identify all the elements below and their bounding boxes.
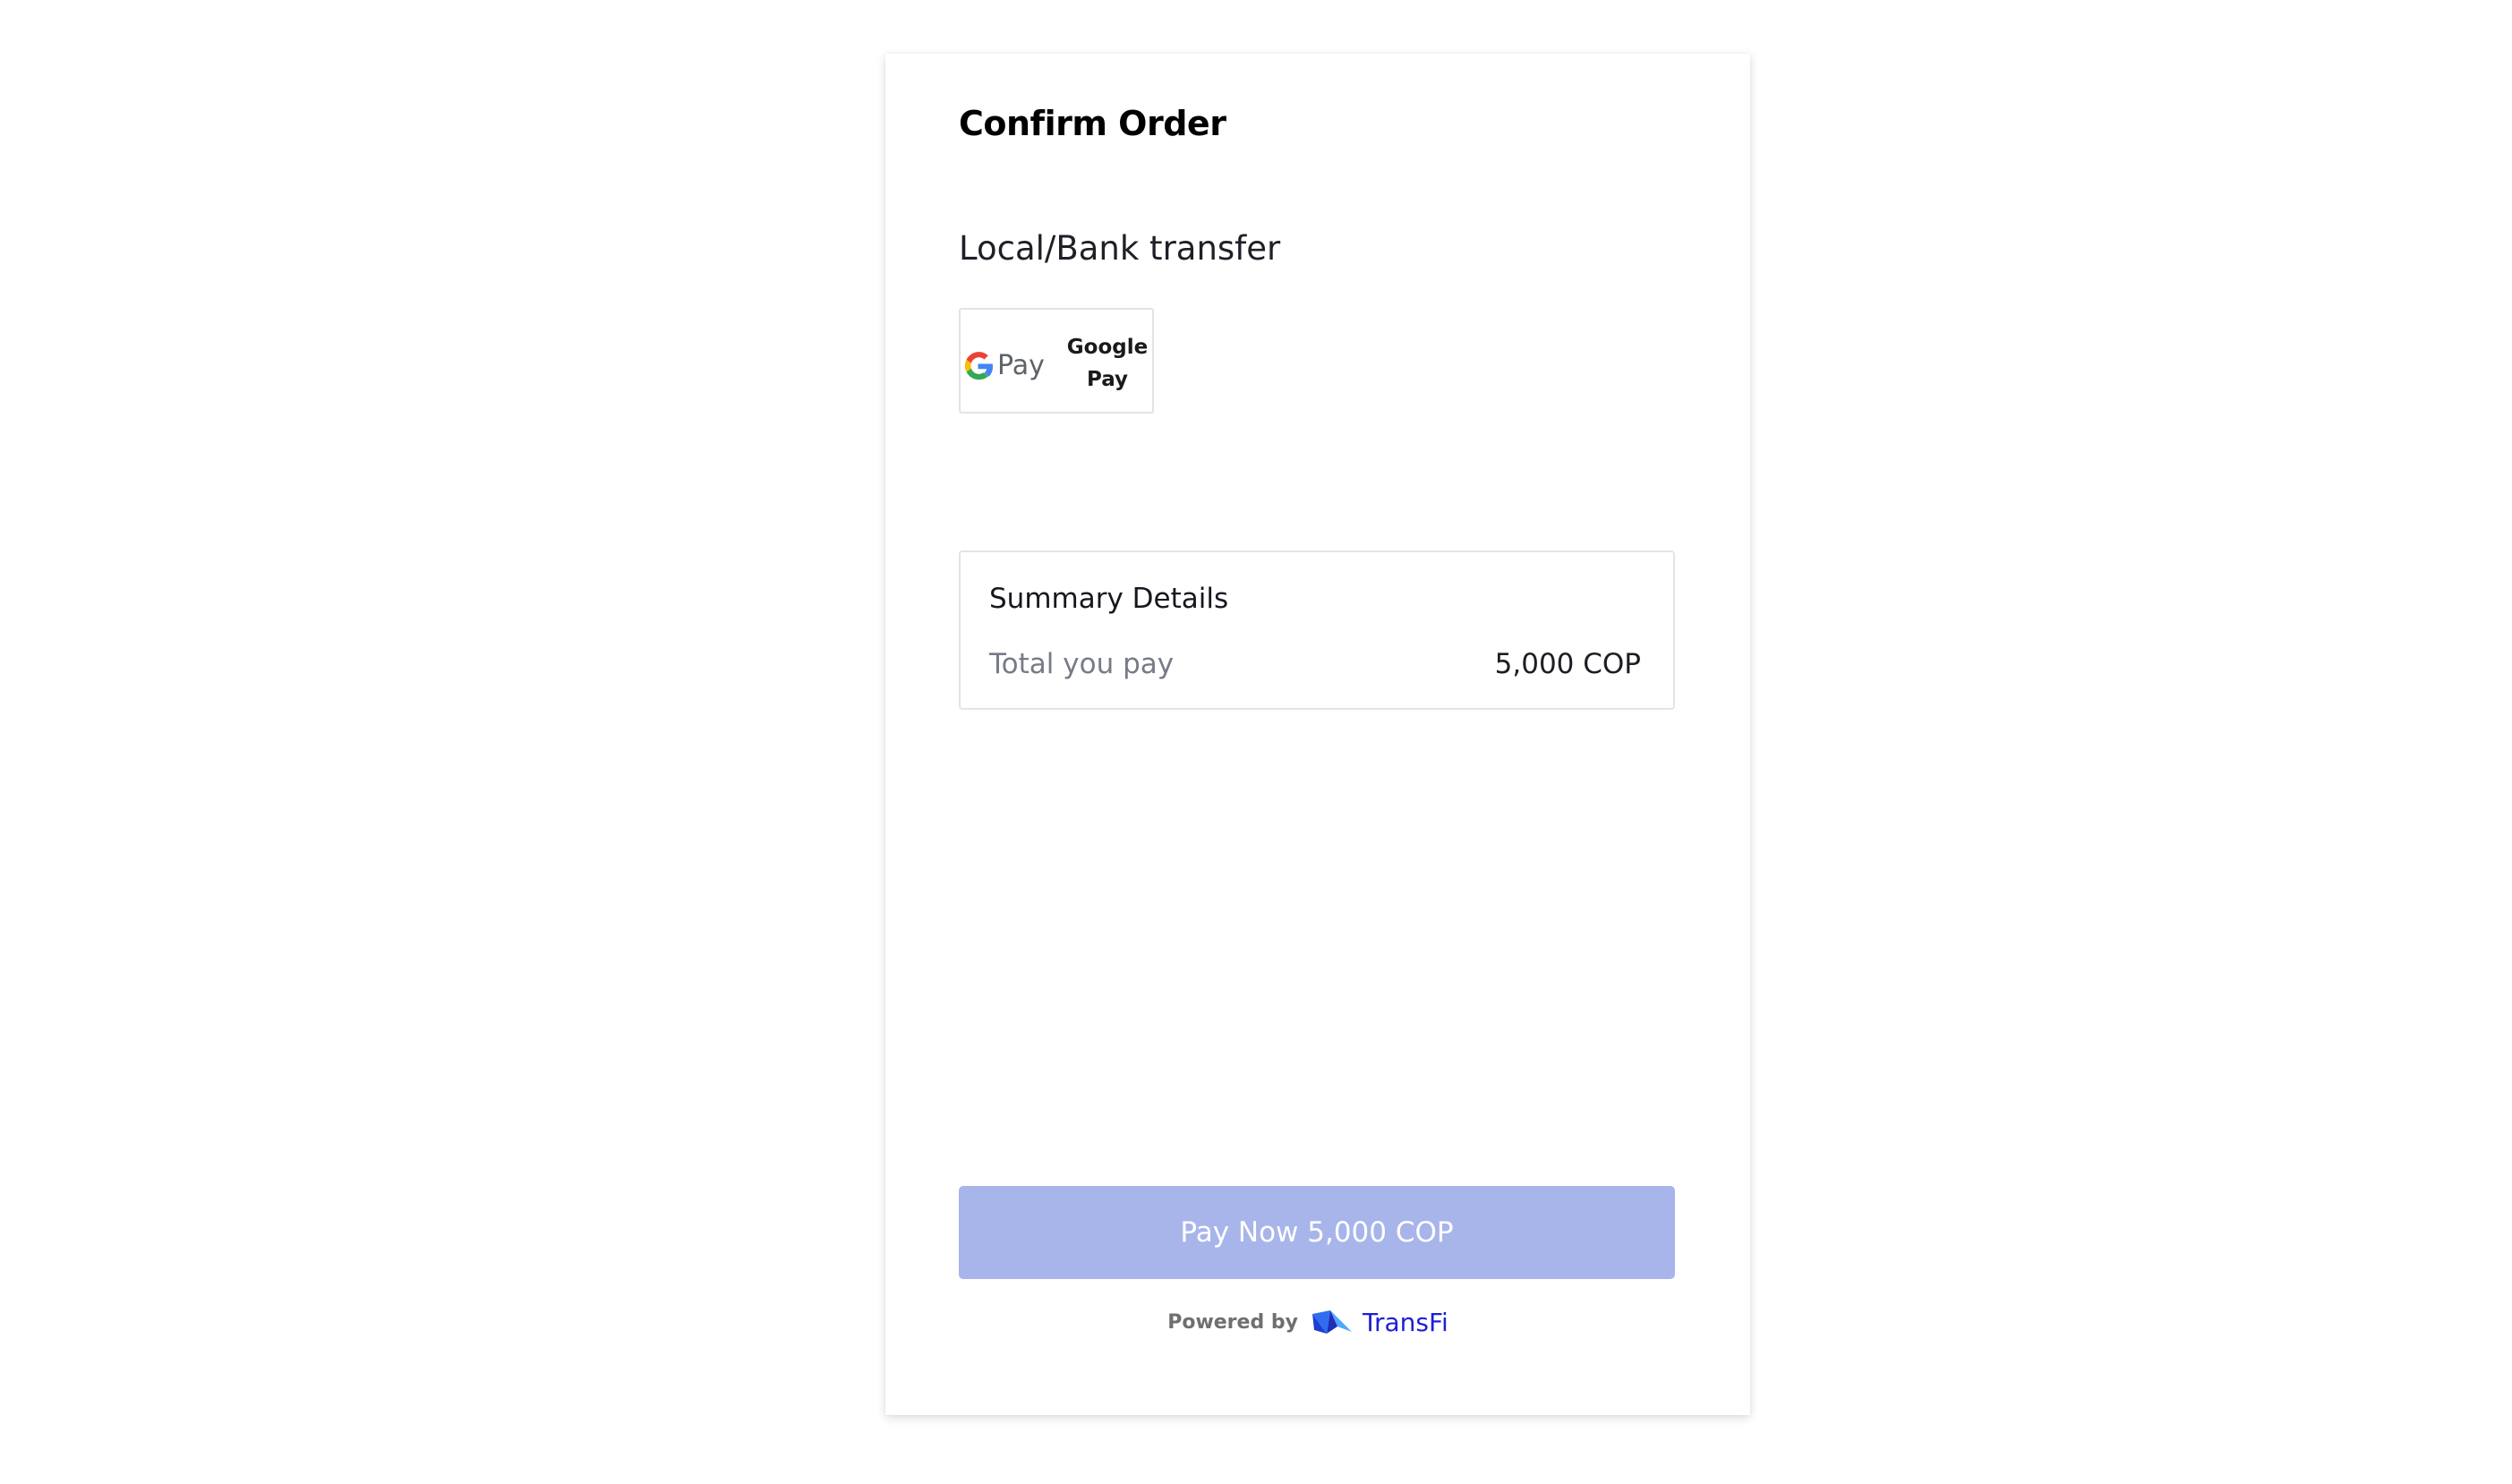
pay-now-button[interactable]: Pay Now 5,000 COP [959, 1186, 1675, 1279]
summary-title: Summary Details [989, 583, 1229, 615]
total-label: Total you pay [989, 648, 1175, 680]
powered-by-label: Powered by [1167, 1310, 1298, 1334]
transfi-brand-name: TransFi [1362, 1307, 1448, 1337]
payment-method-heading: Local/Bank transfer [959, 229, 1281, 268]
powered-by-footer: Powered by TransFi [885, 1300, 1750, 1344]
confirm-order-card: Confirm Order Local/Bank transfer Pay Go… [885, 54, 1750, 1415]
total-value: 5,000 COP [1494, 648, 1641, 680]
payment-option-google-pay[interactable]: Pay Google Pay [959, 308, 1154, 414]
svg-text:Pay: Pay [997, 350, 1045, 381]
transfi-logo-icon [1312, 1310, 1352, 1334]
page-title: Confirm Order [959, 104, 1226, 143]
payment-option-label: Google Pay [1066, 336, 1149, 391]
google-pay-logo-icon: Pay [964, 350, 1045, 381]
summary-details-panel: Summary Details Total you pay 5,000 COP [959, 550, 1675, 710]
